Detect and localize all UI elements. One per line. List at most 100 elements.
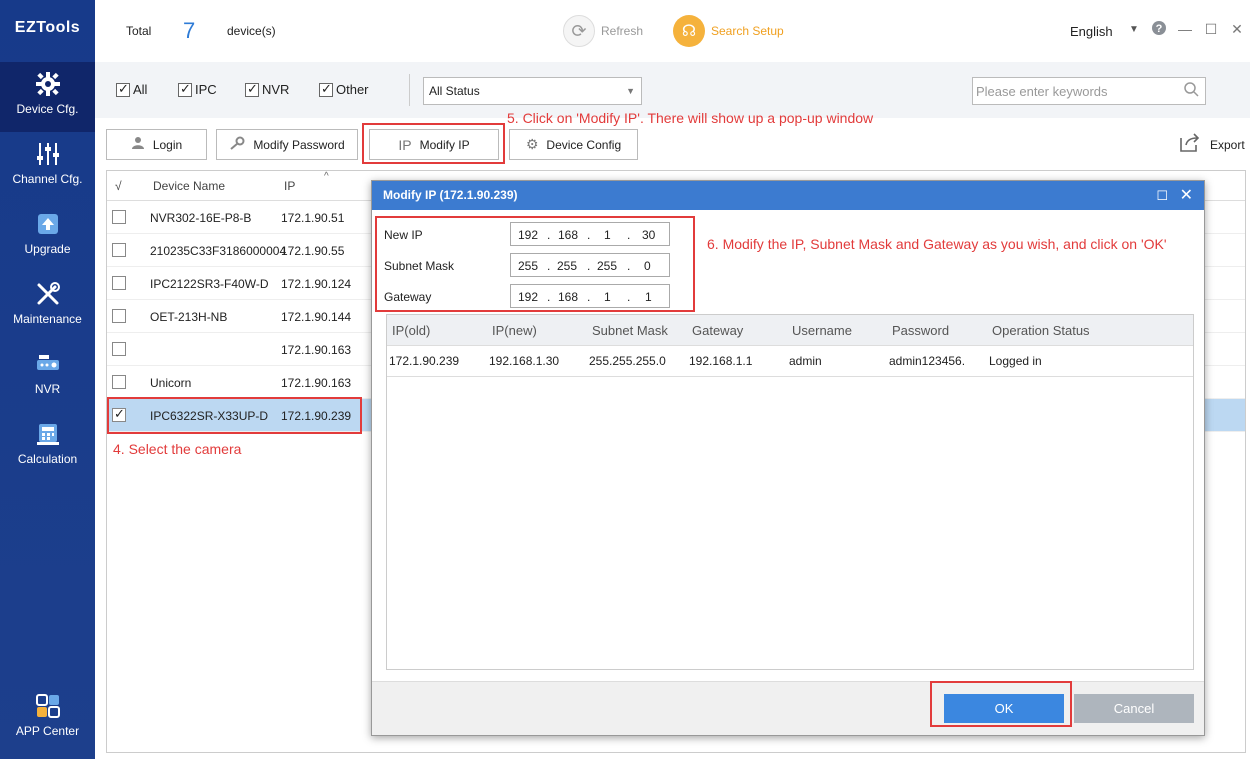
gear-icon: ⚙ (525, 136, 539, 152)
login-label: Login (152, 137, 183, 152)
upgrade-icon (34, 210, 62, 238)
language-select[interactable]: English (1070, 24, 1113, 39)
column-ip[interactable]: IP (284, 179, 295, 193)
filter-all-checkbox[interactable]: All (116, 81, 147, 97)
sort-caret-icon: ^ (324, 171, 329, 182)
sidebar-item-maintenance[interactable]: Maintenance (0, 272, 95, 342)
cancel-button[interactable]: Cancel (1074, 694, 1194, 723)
new-ip-field[interactable]: 192 . 168 . 1 . 30 (510, 222, 670, 246)
app-logo: EZTools (14, 19, 81, 36)
close-icon[interactable]: ✕ (1228, 20, 1246, 38)
row-checkbox[interactable] (112, 243, 126, 257)
export-button[interactable]: Export (1178, 131, 1245, 159)
dot: . (547, 259, 551, 273)
row-checkbox[interactable] (112, 342, 126, 356)
checkbox-label: Other (336, 82, 369, 97)
headset-icon: ☊ (673, 15, 705, 47)
sidebar: EZTools Device Cfg. Channel Cfg. Upgrade… (0, 0, 95, 759)
row-checkbox[interactable] (112, 406, 126, 422)
row-checkbox[interactable] (112, 276, 126, 290)
octet-4[interactable]: 0 (644, 259, 651, 273)
sidebar-item-channel-cfg[interactable]: Channel Cfg. (0, 132, 95, 202)
octet-4[interactable]: 1 (645, 290, 652, 304)
subnet-mask-field[interactable]: 255 . 255 . 255 . 0 (510, 253, 670, 277)
key-icon (229, 136, 245, 153)
row-checkbox[interactable] (112, 210, 126, 224)
sidebar-item-upgrade[interactable]: Upgrade (0, 202, 95, 272)
gateway-label: Gateway (384, 290, 432, 304)
cell-gateway: 192.168.1.1 (689, 354, 753, 368)
row-checkbox[interactable] (112, 375, 126, 389)
new-ip-label: New IP (384, 228, 423, 242)
grid-row[interactable]: 172.1.90.239 192.168.1.30 255.255.255.0 … (387, 346, 1193, 377)
device-ip: 172.1.90.163 (281, 343, 352, 357)
octet-2[interactable]: 168 (558, 290, 578, 304)
filter-nvr-checkbox[interactable]: NVR (245, 81, 289, 97)
refresh-label: Refresh (601, 24, 644, 38)
sidebar-item-calculation[interactable]: Calculation (0, 412, 95, 482)
ip-icon: IP (398, 136, 412, 153)
search-input[interactable] (973, 78, 1173, 104)
octet-1[interactable]: 192 (518, 290, 538, 304)
ip-change-grid: IP(old) IP(new) Subnet Mask Gateway User… (386, 314, 1194, 670)
octet-1[interactable]: 192 (518, 228, 538, 242)
sidebar-item-nvr[interactable]: NVR (0, 342, 95, 412)
octet-2[interactable]: 255 (557, 259, 577, 273)
sidebar-item-device-cfg[interactable]: Device Cfg. (0, 62, 95, 132)
octet-3[interactable]: 255 (597, 259, 617, 273)
maximize-icon[interactable]: ☐ (1202, 20, 1220, 38)
device-ip: 172.1.90.124 (281, 277, 352, 291)
column-gateway: Gateway (692, 323, 744, 338)
column-password: Password (892, 323, 950, 338)
column-subnet-mask: Subnet Mask (592, 323, 668, 338)
minimize-icon[interactable]: — (1176, 20, 1194, 38)
export-icon (1178, 131, 1200, 159)
column-device-name[interactable]: Device Name (153, 179, 225, 193)
filter-ipc-checkbox[interactable]: IPC (178, 81, 217, 97)
dialog-title: Modify IP (172.1.90.239) (383, 188, 518, 202)
maximize-icon[interactable]: ☐ (1156, 181, 1168, 210)
checkbox-box[interactable] (319, 81, 333, 97)
octet-3[interactable]: 1 (604, 290, 611, 304)
row-checkbox[interactable] (112, 309, 126, 323)
nvr-icon (34, 350, 62, 378)
chevron-down-icon[interactable]: ▼ (1129, 24, 1139, 35)
column-operation-status: Operation Status (992, 323, 1090, 338)
sidebar-item-label: Upgrade (24, 242, 71, 256)
filter-other-checkbox[interactable]: Other (319, 81, 369, 97)
modify-ip-button[interactable]: IP Modify IP (369, 129, 499, 160)
dialog-footer: OK Cancel (372, 681, 1204, 735)
cell-ip-old: 172.1.90.239 (389, 354, 460, 368)
checkbox-box[interactable] (178, 81, 192, 97)
checkbox-box[interactable] (245, 81, 259, 97)
search-setup-label: Search Setup (711, 24, 784, 38)
sidebar-item-app-center[interactable]: APP Center (0, 684, 95, 754)
sidebar-item-label: Calculation (17, 452, 78, 466)
modify-password-button[interactable]: Modify Password (216, 129, 358, 160)
device-ip: 172.1.90.144 (281, 310, 352, 324)
device-config-button[interactable]: ⚙ Device Config (509, 129, 638, 160)
octet-2[interactable]: 168 (558, 228, 578, 242)
column-check[interactable]: √ (115, 179, 122, 193)
help-icon[interactable]: ? (1150, 20, 1168, 38)
octet-3[interactable]: 1 (604, 228, 611, 242)
dot: . (547, 290, 551, 304)
dot: . (587, 228, 591, 242)
subnet-mask-label: Subnet Mask (384, 259, 455, 273)
search-setup-button[interactable]: ☊ Search Setup (673, 15, 784, 47)
sliders-icon (34, 140, 62, 168)
status-select[interactable]: All Status ▼ (423, 77, 642, 105)
refresh-button[interactable]: ⟳ Refresh (563, 15, 643, 47)
cell-subnet-mask: 255.255.255.0 (589, 354, 666, 368)
login-button[interactable]: Login (106, 129, 207, 160)
checkbox-box[interactable] (116, 81, 130, 97)
octet-1[interactable]: 255 (518, 259, 538, 273)
octet-4[interactable]: 30 (642, 228, 655, 242)
device-name: IPC6322SR-X33UP-D (150, 409, 269, 423)
chevron-down-icon: ▼ (626, 86, 635, 96)
search-icon[interactable] (1183, 81, 1199, 102)
close-icon[interactable]: ✕ (1180, 181, 1193, 210)
gateway-field[interactable]: 192 . 168 . 1 . 1 (510, 284, 670, 308)
ok-button[interactable]: OK (944, 694, 1064, 723)
sidebar-item-label: Maintenance (13, 312, 82, 326)
